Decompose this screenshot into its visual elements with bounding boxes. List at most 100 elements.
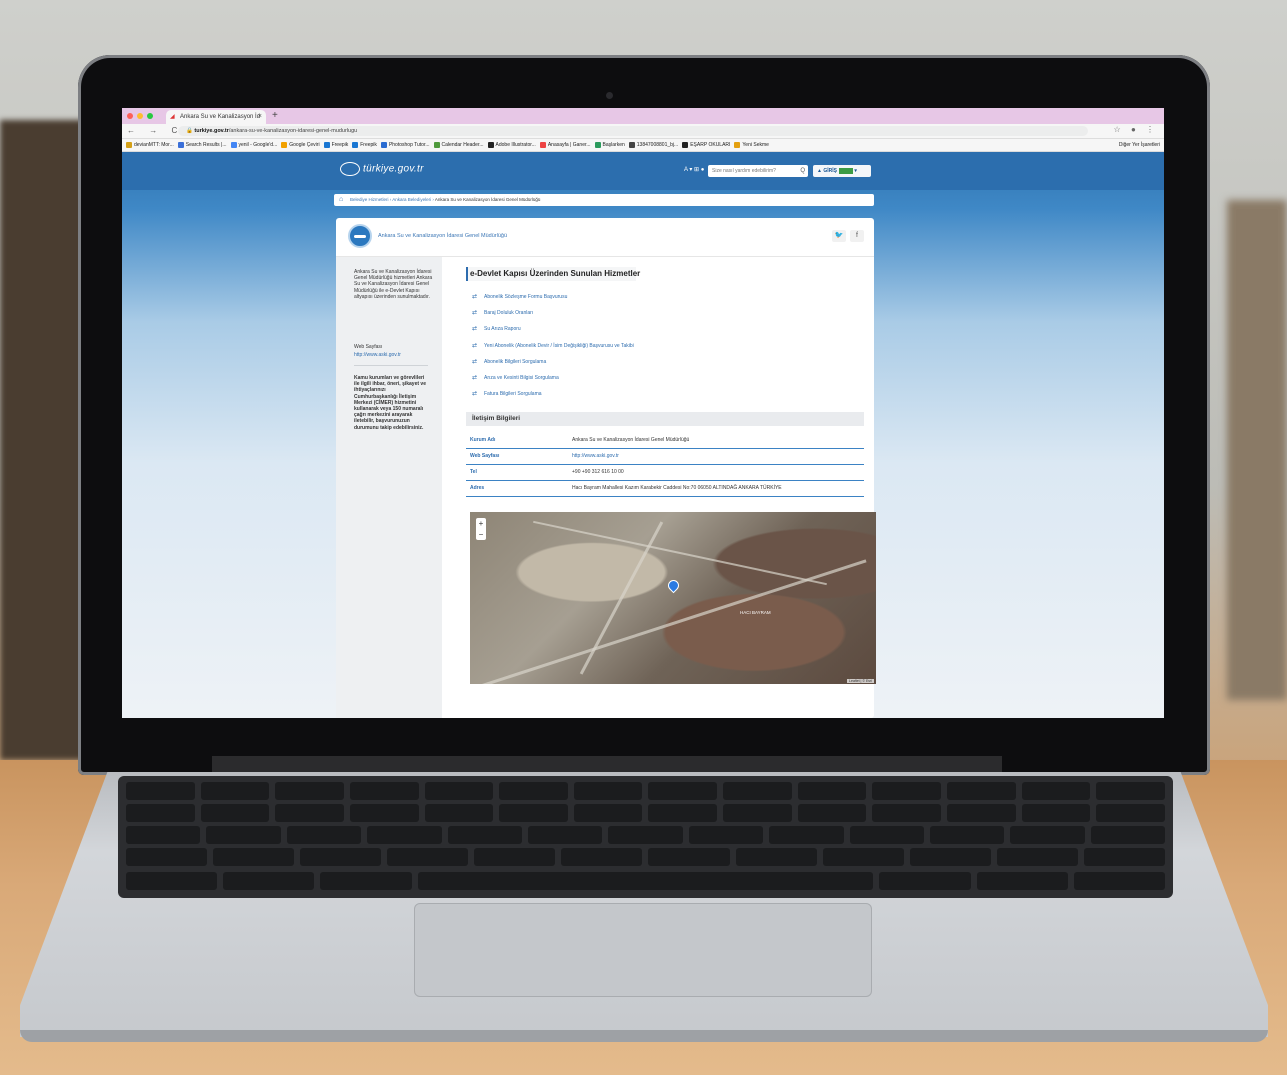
close-window-icon[interactable]: [127, 113, 133, 119]
laptop-base-front: [20, 1030, 1268, 1042]
contact-key: Tel: [470, 469, 477, 475]
trackpad: [414, 903, 872, 997]
bookmark-label: Photoshop Tutor...: [388, 142, 430, 148]
home-icon[interactable]: ⌂: [339, 194, 343, 206]
map-zoom-control: + −: [476, 518, 486, 540]
service-link[interactable]: Abonelik Bilgileri Sorgulama: [472, 358, 546, 365]
logo-swirl-icon: [340, 162, 360, 176]
keyboard-row: [126, 848, 1165, 866]
contact-row: Web Sayfası http://www.aski.gov.tr: [466, 449, 864, 465]
bookmark-item[interactable]: Search Results |...: [177, 141, 227, 148]
contact-value-link[interactable]: http://www.aski.gov.tr: [572, 453, 619, 459]
cimer-note: Kamu kurumları ve görevlileri ile ilgili…: [354, 375, 426, 431]
bookmark-favicon-icon: [539, 141, 546, 148]
breadcrumb-current: Ankara Su ve Kanalizasyon İdaresi Genel …: [434, 197, 541, 202]
bookmark-item[interactable]: Google Çeviri: [281, 141, 320, 148]
contact-key: Adres: [470, 485, 485, 491]
url-field[interactable]: 🔒 turkiye.gov.tr/ankara-su-ve-kanalizasy…: [178, 126, 1088, 136]
logo-text: türkiye.gov.tr: [363, 163, 424, 175]
map-pin-icon[interactable]: [665, 577, 682, 594]
map-road: [533, 520, 827, 586]
tab-close-icon[interactable]: ×: [258, 110, 262, 124]
web-page-link[interactable]: http://www.aski.gov.tr: [354, 352, 436, 358]
accessibility-controls[interactable]: A ▾ ⊞ ●: [684, 166, 704, 173]
bookmark-item[interactable]: Freepik: [352, 141, 377, 148]
bookmark-item[interactable]: EŞARP OKULARI: [682, 141, 730, 148]
site-search-input[interactable]: Size nasıl yardım edebilirim? Q: [708, 165, 808, 177]
map-attribution[interactable]: Leaflet | © Esri: [847, 679, 874, 683]
search-icon[interactable]: Q: [800, 165, 805, 177]
bookmark-label: Calendar Header...: [441, 142, 484, 148]
address-bar-row: ← → C ⌂ 🔒 turkiye.gov.tr/ankara-su-ve-ka…: [122, 124, 1164, 139]
bookmark-item[interactable]: Freepik: [323, 141, 348, 148]
turkiye-gov-logo[interactable]: türkiye.gov.tr: [340, 162, 424, 176]
breadcrumb-item[interactable]: Belediye Hizmetleri: [350, 197, 389, 202]
zoom-out-button[interactable]: −: [476, 529, 486, 540]
institution-name: Ankara Su ve Kanalizasyon İdaresi Genel …: [378, 233, 508, 239]
bookmark-item[interactable]: yenil - Google'd...: [230, 141, 277, 148]
service-link[interactable]: Su Arıza Raporu: [472, 325, 521, 332]
bookmark-label: Adobe Illustrator...: [495, 142, 536, 148]
service-link[interactable]: Fatura Bilgileri Sorgulama: [472, 390, 541, 397]
bookmark-label: Başlarken: [602, 142, 625, 148]
tab-title: Ankara Su ve Kanalizasyon İd: [180, 114, 261, 120]
map-place-label: HACI BAYRAM: [740, 610, 771, 615]
map-road: [579, 521, 664, 675]
bookmark-item[interactable]: devianMTT: Mor...: [126, 141, 174, 148]
bookmark-other[interactable]: Diğer Yer İşaretleri: [1119, 139, 1160, 151]
service-link[interactable]: Arıza ve Kesinti Bilgisi Sorgulama: [472, 374, 559, 381]
bookmark-favicon-icon: [126, 141, 132, 148]
maximize-window-icon[interactable]: [147, 113, 153, 119]
browser-tab-active[interactable]: ◢ Ankara Su ve Kanalizasyon İd ×: [166, 110, 266, 124]
institution-description: Ankara Su ve Kanalizasyon İdaresi Genel …: [354, 269, 433, 300]
bookmark-favicon-icon: [594, 141, 601, 148]
service-link[interactable]: Abonelik Sözleşme Formu Başvurusu: [472, 293, 567, 300]
laptop-screen: ◢ Ankara Su ve Kanalizasyon İd × + ← → C…: [122, 108, 1164, 718]
bookmark-label: 13847008801_bj...: [636, 142, 679, 148]
bookmark-item[interactable]: Yeni Sekme: [734, 141, 769, 148]
contact-row: Adres Hacı Bayram Mahallesi Kazım Karabek…: [466, 481, 864, 497]
facebook-icon[interactable]: f: [850, 230, 864, 242]
bookmark-item[interactable]: Calendar Header...: [433, 141, 484, 148]
bookmark-favicon-icon: [433, 141, 440, 148]
institution-card: Ankara Su ve Kanalizasyon İdaresi Genel …: [336, 218, 876, 718]
breadcrumb-item[interactable]: Ankara Belediyeleri: [392, 197, 431, 202]
bookmark-item[interactable]: Başlarken: [594, 141, 625, 148]
bookmark-item[interactable]: Adobe Illustrator...: [487, 141, 536, 148]
bookmark-label: Anasayfa | Ganer...: [547, 142, 591, 148]
bookmark-item[interactable]: 13847008801_bj...: [628, 141, 679, 148]
bookmark-item[interactable]: Photoshop Tutor...: [380, 141, 430, 148]
minimize-window-icon[interactable]: [137, 113, 143, 119]
twitter-icon[interactable]: 🐦: [832, 230, 846, 242]
contact-key: Web Sayfası: [470, 453, 500, 459]
contact-value: Hacı Bayram Mahallesi Kazım Karabekir Ca…: [572, 485, 782, 491]
bookmark-label: devianMTT: Mor...: [134, 142, 174, 148]
zoom-in-button[interactable]: +: [476, 518, 486, 529]
contact-title: İletişim Bilgileri: [472, 415, 521, 422]
bookmark-item[interactable]: Anasayfa | Ganer...: [539, 141, 591, 148]
contact-row: Tel +90 +90 312 616 10 00: [466, 465, 864, 481]
service-link[interactable]: Yeni Abonelik (Abonelik Devir / İsim Değ…: [472, 342, 634, 349]
institution-sidebar: Ankara Su ve Kanalizasyon İdaresi Genel …: [336, 257, 442, 718]
search-placeholder: Size nasıl yardım edebilirim?: [712, 168, 776, 174]
bookmark-label: Google Çeviri: [289, 142, 320, 148]
camera-icon: [606, 92, 613, 99]
breadcrumb-separator: ›: [432, 197, 434, 202]
browser-menu-icons[interactable]: ☆ ● ⋮: [1114, 125, 1158, 134]
new-tab-button[interactable]: +: [272, 109, 278, 123]
bookmark-label: Freepik: [360, 142, 377, 148]
location-map[interactable]: + − HACI BAYRAM Leaflet | © Esri: [470, 512, 876, 684]
service-link[interactable]: Baraj Doluluk Oranları: [472, 309, 533, 316]
contact-row: Kurum Adı Ankara Su ve Kanalizasyon İdare…: [466, 433, 864, 449]
services-title: e-Devlet Kapısı Üzerinden Sunulan Hizmet…: [470, 269, 641, 278]
login-button[interactable]: ▲ GİRİŞ ▾: [813, 165, 871, 177]
web-page-label: Web Sayfası: [354, 344, 383, 350]
bookmark-favicon-icon: [380, 141, 387, 148]
bookmark-favicon-icon: [281, 141, 288, 148]
url-host: turkiye.gov.tr: [194, 128, 229, 134]
keyboard-row: [126, 826, 1166, 844]
contact-key: Kurum Adı: [470, 437, 496, 443]
keyboard: [118, 776, 1173, 898]
background-shelf: [0, 120, 90, 760]
edevlet-badge-icon: [838, 167, 853, 174]
